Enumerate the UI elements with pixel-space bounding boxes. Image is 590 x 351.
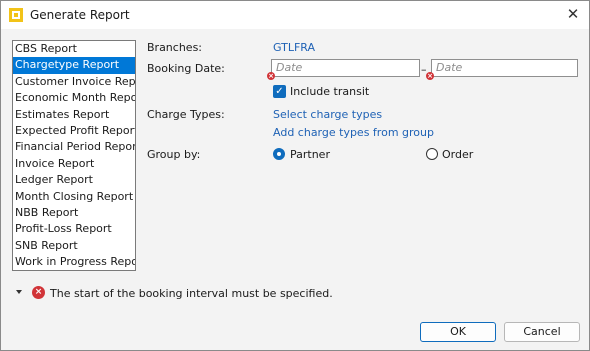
title-bar: Generate Report ✕ [1, 1, 589, 29]
group-by-partner-label[interactable]: Partner [290, 148, 330, 161]
select-charge-types-link[interactable]: Select charge types [273, 108, 382, 121]
add-charge-types-from-group-link[interactable]: Add charge types from group [273, 126, 434, 139]
booking-date-label: Booking Date: [147, 62, 225, 75]
report-list-item[interactable]: CBS Report [13, 41, 135, 57]
report-list-item[interactable]: Financial Period Report [13, 139, 135, 155]
report-list-item[interactable]: Chargetype Report [13, 57, 135, 74]
report-list[interactable]: CBS Report Chargetype Report Customer Invo… [12, 40, 136, 271]
charge-types-label: Charge Types: [147, 108, 225, 121]
report-list-item[interactable]: Economic Month Report [13, 90, 135, 106]
date-to-error-icon: × [426, 72, 434, 80]
ok-button[interactable]: OK [420, 322, 496, 342]
report-list-item[interactable]: Estimates Report [13, 107, 135, 123]
report-app-icon [9, 8, 23, 22]
report-list-item[interactable]: Invoice Report [13, 156, 135, 172]
report-list-item[interactable]: NBB Report [13, 205, 135, 221]
validation-message: The start of the booking interval must b… [50, 287, 333, 300]
group-by-order-radio[interactable] [426, 148, 438, 160]
report-list-item[interactable]: Work in Progress Report [13, 254, 135, 270]
report-list-item[interactable]: Customer Invoice Report [13, 74, 135, 90]
booking-date-to-input[interactable]: Date [431, 59, 578, 77]
report-list-item[interactable]: SNB Report [13, 238, 135, 254]
report-list-item[interactable]: Expected Profit Report [13, 123, 135, 139]
group-by-order-label[interactable]: Order [442, 148, 473, 161]
include-transit-label[interactable]: Include transit [290, 85, 369, 98]
branches-value-link[interactable]: GTLFRA [273, 41, 315, 54]
collapse-errors-chevron-icon[interactable] [16, 290, 22, 294]
report-list-item[interactable]: Month Closing Report [13, 189, 135, 205]
window-title: Generate Report [30, 8, 130, 22]
generate-report-dialog: Generate Report ✕ CBS Report Chargetype R… [0, 0, 590, 351]
report-list-item[interactable]: Ledger Report [13, 172, 135, 188]
error-icon: × [32, 286, 45, 299]
group-by-partner-radio[interactable] [273, 148, 285, 160]
report-list-item[interactable]: Profit-Loss Report [13, 221, 135, 237]
cancel-button[interactable]: Cancel [504, 322, 580, 342]
close-icon[interactable]: ✕ [565, 6, 581, 22]
group-by-label: Group by: [147, 148, 201, 161]
include-transit-checkbox[interactable]: ✓ [273, 85, 286, 98]
booking-date-from-input[interactable]: Date [271, 59, 420, 77]
date-from-error-icon: × [267, 72, 275, 80]
branches-label: Branches: [147, 41, 203, 54]
